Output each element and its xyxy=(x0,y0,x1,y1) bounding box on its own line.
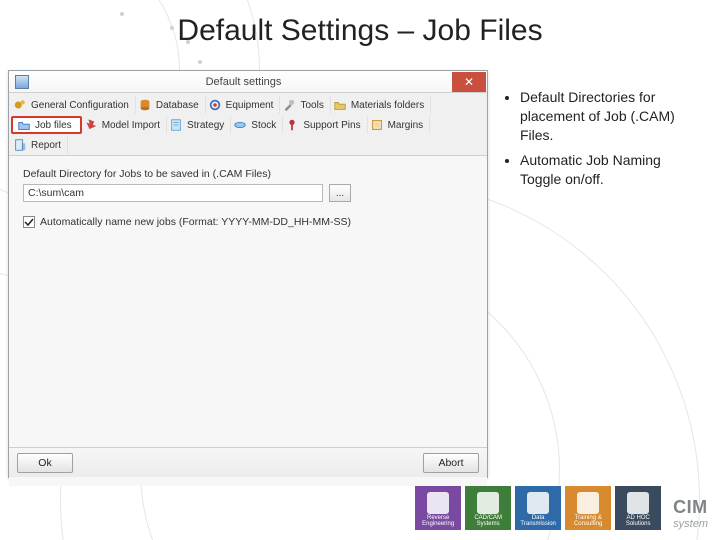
footer-tile: Reverse Engineering xyxy=(415,486,461,530)
auto-name-row[interactable]: Automatically name new jobs (Format: YYY… xyxy=(23,216,473,228)
tab-report[interactable]: Report xyxy=(11,136,68,154)
tab-database[interactable]: Database xyxy=(136,96,206,114)
tab-label: Model Import xyxy=(102,120,160,131)
auto-name-label: Automatically name new jobs (Format: YYY… xyxy=(40,216,351,228)
margins-icon xyxy=(370,118,384,132)
tab-label: Job files xyxy=(35,120,72,131)
tab-label: Margins xyxy=(388,120,424,131)
tab-strip: General Configuration Database Equipment… xyxy=(9,93,487,156)
tab-tools[interactable]: Tools xyxy=(280,96,330,114)
strategy-icon xyxy=(169,118,183,132)
tab-label: Materials folders xyxy=(351,100,424,111)
bullet-item: Default Directories for placement of Job… xyxy=(520,88,704,145)
tab-label: Tools xyxy=(300,100,323,111)
tab-label: Support Pins xyxy=(303,120,360,131)
bottom-bar: Ok Abort xyxy=(9,447,487,477)
report-icon xyxy=(13,138,27,152)
close-icon: ✕ xyxy=(464,76,474,88)
tab-label: Equipment xyxy=(226,100,274,111)
check-icon xyxy=(24,217,34,227)
tab-job-files[interactable]: Job files xyxy=(11,116,82,134)
slide-bullets: Default Directories for placement of Job… xyxy=(504,88,704,194)
footer-tile: CAD/CAM Systems xyxy=(465,486,511,530)
footer-tile: Training & Consulting xyxy=(565,486,611,530)
section-label: Default Directory for Jobs to be saved i… xyxy=(23,168,473,180)
footer-tile: AD HOC Solutions xyxy=(615,486,661,530)
abort-button[interactable]: Abort xyxy=(423,453,479,473)
job-path-input[interactable] xyxy=(23,184,323,202)
footer: Reverse Engineering CAD/CAM Systems Data… xyxy=(415,486,708,530)
tab-strategy[interactable]: Strategy xyxy=(167,116,231,134)
gears-icon xyxy=(13,98,27,112)
close-button[interactable]: ✕ xyxy=(452,72,486,92)
folder-icon xyxy=(17,118,31,132)
tab-label: Report xyxy=(31,140,61,151)
auto-name-checkbox[interactable] xyxy=(23,216,35,228)
pins-icon xyxy=(285,118,299,132)
browse-button[interactable]: ... xyxy=(329,184,351,202)
path-row: ... xyxy=(23,184,473,202)
tab-margins[interactable]: Margins xyxy=(368,116,431,134)
tab-general-configuration[interactable]: General Configuration xyxy=(11,96,136,114)
ok-button[interactable]: Ok xyxy=(17,453,73,473)
tab-equipment[interactable]: Equipment xyxy=(206,96,281,114)
slide-title: Default Settings – Job Files xyxy=(0,14,720,48)
tab-content: Default Directory for Jobs to be saved i… xyxy=(9,156,487,486)
tab-model-import[interactable]: Model Import xyxy=(82,116,167,134)
tab-label: General Configuration xyxy=(31,100,129,111)
db-icon xyxy=(138,98,152,112)
titlebar: Default settings ✕ xyxy=(9,71,487,93)
window-title: Default settings xyxy=(35,76,452,88)
stock-icon xyxy=(233,118,247,132)
materials-icon xyxy=(333,98,347,112)
tab-materials-folders[interactable]: Materials folders xyxy=(331,96,431,114)
app-icon xyxy=(15,75,29,89)
tab-label: Stock xyxy=(251,120,276,131)
brand-logo: CIM system xyxy=(673,497,708,530)
tools-icon xyxy=(282,98,296,112)
tab-label: Database xyxy=(156,100,199,111)
tab-support-pins[interactable]: Support Pins xyxy=(283,116,367,134)
footer-tile: Data Transmission xyxy=(515,486,561,530)
equipment-icon xyxy=(208,98,222,112)
bullet-item: Automatic Job Naming Toggle on/off. xyxy=(520,151,704,189)
import-icon xyxy=(84,118,98,132)
settings-window: Default settings ✕ General Configuration… xyxy=(8,70,488,478)
tab-label: Strategy xyxy=(187,120,224,131)
tab-stock[interactable]: Stock xyxy=(231,116,283,134)
